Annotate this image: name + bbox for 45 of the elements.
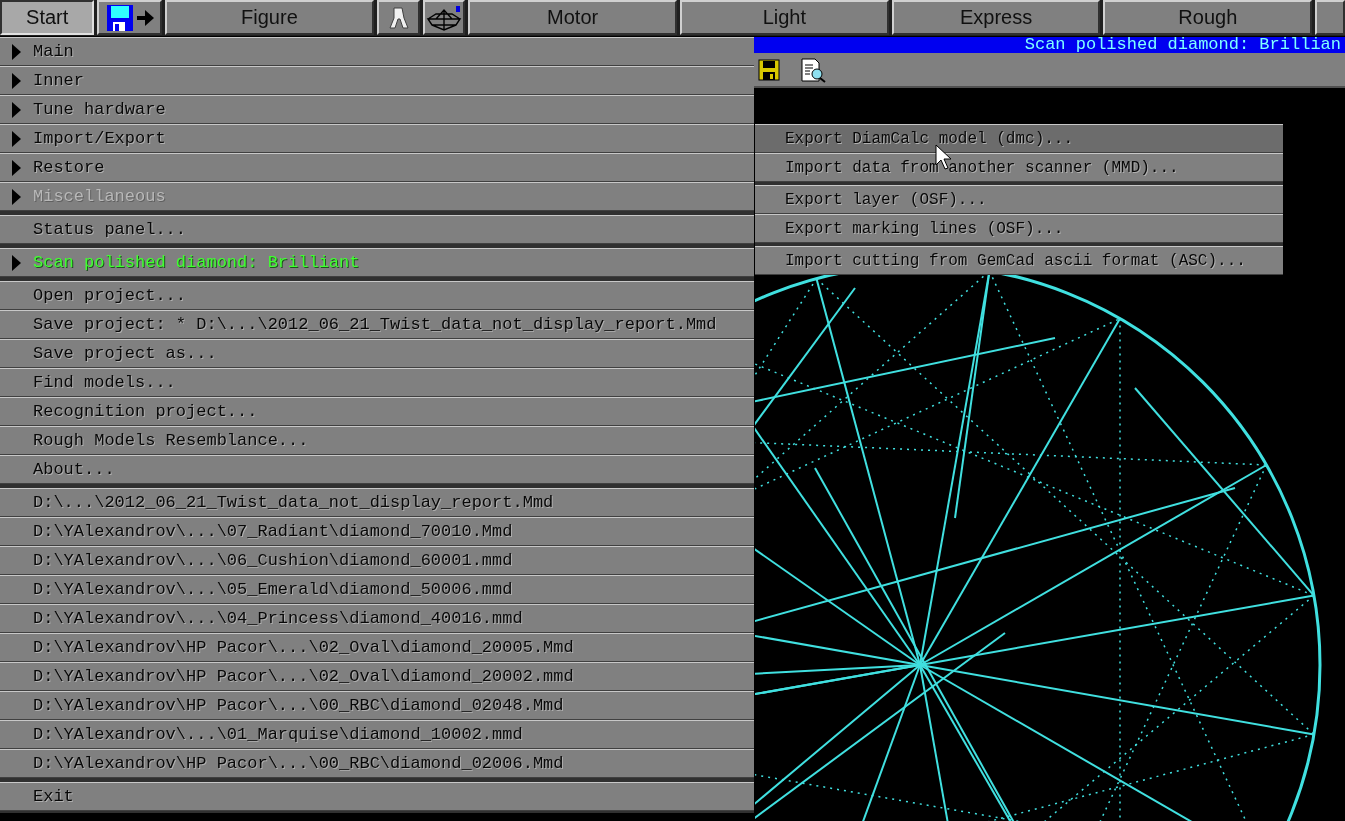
menu-item[interactable]: D:\...\2012_06_21_Twist_data_not_display_report.Mmd <box>0 488 754 517</box>
menu-item[interactable]: Find models... <box>0 368 754 397</box>
menu-item[interactable]: Import/Export <box>0 124 754 153</box>
toolbar-tab[interactable]: Express <box>891 0 1101 35</box>
toolbar-button[interactable] <box>1315 0 1345 35</box>
menu-item[interactable]: Recognition project... <box>0 397 754 426</box>
save-icon[interactable] <box>757 57 781 82</box>
menu-item[interactable]: Save project: * D:\...\2012_06_21_Twist_data_not_display_report.Mmd <box>0 310 754 339</box>
menu-item[interactable]: Rough Models Resemblance... <box>0 426 754 455</box>
toolbar-tab[interactable]: Figure <box>165 0 374 35</box>
floppy-arrow-icon <box>104 3 155 32</box>
submenu-item[interactable]: Export layer (OSF)... <box>755 185 1283 214</box>
save-button[interactable] <box>97 0 163 35</box>
toolbar-tab[interactable]: Motor <box>468 0 677 35</box>
menu-item[interactable]: About... <box>0 455 754 484</box>
toolbar-tab[interactable]: Rough <box>1103 0 1313 35</box>
menu-item[interactable]: Scan polished diamond: Brilliant <box>0 248 754 277</box>
window-title: Scan polished diamond: Brillian <box>1024 37 1342 53</box>
document-magnifier-icon[interactable] <box>799 56 827 83</box>
menu-item[interactable]: Tune hardware <box>0 95 754 124</box>
menu-item[interactable]: D:\YAlexandrov\...\01_Marquise\diamond_10002.mmd <box>0 720 754 749</box>
walker-button[interactable] <box>376 0 420 35</box>
submenu-item[interactable]: Import data from another scanner (MMD)... <box>755 153 1283 182</box>
toolbar-tab[interactable]: Start <box>0 0 95 35</box>
diamond-button[interactable] <box>422 0 466 35</box>
submenu-item[interactable]: Import cutting from GemCad ascii format (ASC)... <box>755 246 1283 275</box>
menu-item[interactable]: D:\YAlexandrov\...\05_Emerald\diamond_50006.mmd <box>0 575 754 604</box>
menu-item[interactable]: Open project... <box>0 281 754 310</box>
menu-item[interactable]: D:\YAlexandrov\...\07_Radiant\diamond_70010.Mmd <box>0 517 754 546</box>
toolbar-tab[interactable]: Light <box>680 0 889 35</box>
menu-item[interactable]: D:\YAlexandrov\HP Pacor\...\00_RBC\diamond_02048.Mmd <box>0 691 754 720</box>
menu-item[interactable]: Status panel... <box>0 215 754 244</box>
menu-item[interactable]: Exit <box>0 782 754 811</box>
menu-item[interactable]: D:\YAlexandrov\HP Pacor\...\00_RBC\diamond_02006.Mmd <box>0 749 754 778</box>
menu-item[interactable]: Main <box>0 37 754 66</box>
submenu-item[interactable]: Export marking lines (OSF)... <box>755 214 1283 243</box>
menu-item[interactable]: Inner <box>0 66 754 95</box>
menu-item[interactable]: Restore <box>0 153 754 182</box>
menu-item[interactable]: D:\YAlexandrov\HP Pacor\...\02_Oval\diamond_20005.Mmd <box>0 633 754 662</box>
menu-item[interactable]: D:\YAlexandrov\...\06_Cushion\diamond_60001.mmd <box>0 546 754 575</box>
menu-item[interactable]: D:\YAlexandrov\...\04_Princess\diamond_40016.mmd <box>0 604 754 633</box>
menu-item[interactable]: D:\YAlexandrov\HP Pacor\...\02_Oval\diamond_20002.mmd <box>0 662 754 691</box>
menu-item[interactable]: Save project as... <box>0 339 754 368</box>
diamond-icon <box>425 4 462 31</box>
submenu-item[interactable]: Export DiamCalc model (dmc)... <box>755 124 1283 153</box>
